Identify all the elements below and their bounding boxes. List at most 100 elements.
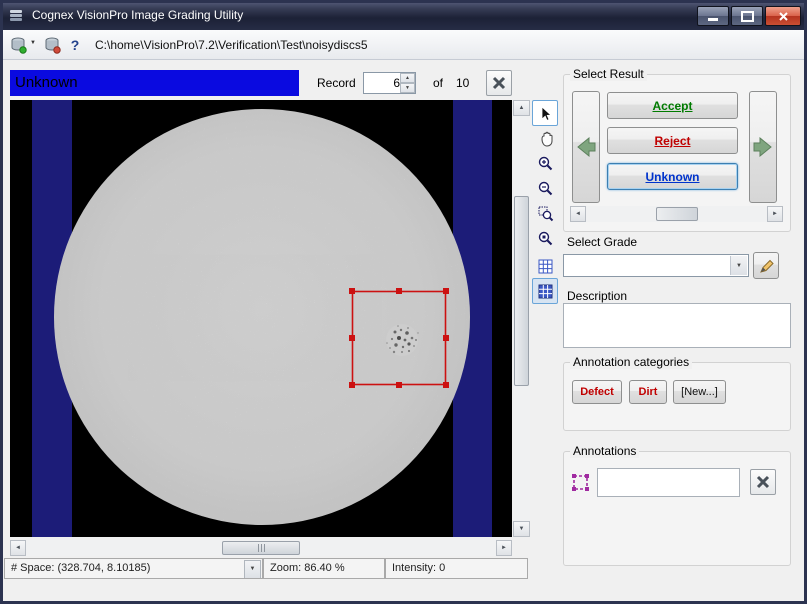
grid-tool-button[interactable]	[532, 253, 558, 279]
annotation-roi-icon	[570, 469, 592, 497]
annotation-delete-button[interactable]	[750, 469, 776, 495]
x-icon	[755, 474, 771, 490]
grade-dropdown-button[interactable]: ▼	[730, 256, 747, 275]
description-input[interactable]	[563, 303, 791, 348]
dropdown-icon: ▼	[250, 560, 256, 579]
scroll-up-button[interactable]: ▲	[513, 100, 530, 116]
description-label: Description	[567, 289, 627, 303]
thumb-grip	[258, 544, 259, 552]
minimize-button[interactable]	[697, 6, 729, 26]
accept-button[interactable]: Accept	[607, 92, 738, 119]
pan-tool-button[interactable]	[532, 125, 558, 151]
left-arrow-icon: ◄	[15, 545, 21, 551]
maximize-icon	[741, 11, 754, 22]
category-new-button[interactable]: [New...]	[673, 380, 726, 404]
prev-arrow-icon	[574, 135, 598, 159]
spin-up-icon: ▲	[405, 75, 410, 81]
category-dirt-button[interactable]: Dirt	[629, 380, 667, 404]
grade-combobox[interactable]: ▼	[563, 254, 749, 277]
reject-button-label: Reject	[654, 134, 690, 148]
category-new-label: [New...]	[681, 386, 718, 398]
file-path-text: C:\home\VisionPro\7.2\Verification\Test\…	[95, 30, 368, 60]
select-grade-label: Select Grade	[567, 235, 637, 249]
slider-right-button[interactable]: ►	[767, 206, 783, 222]
pointer-icon	[537, 105, 554, 122]
pencil-icon	[757, 257, 775, 275]
scroll-down-button[interactable]: ▼	[513, 521, 530, 537]
zoom-window-tool-button[interactable]	[532, 200, 558, 226]
left-arrow-icon: ◄	[575, 211, 581, 217]
thumb-grip	[261, 544, 262, 552]
spin-down-icon: ▼	[405, 85, 410, 91]
save-record-button[interactable]	[42, 35, 62, 55]
category-dirt-label: Dirt	[639, 386, 658, 398]
app-icon	[8, 7, 24, 23]
zoom-fit-tool-button[interactable]	[532, 225, 558, 251]
record-spin-up-button[interactable]: ▲	[400, 73, 415, 83]
scroll-left-button[interactable]: ◄	[10, 540, 26, 556]
pixel-grid-tool-button[interactable]	[532, 278, 558, 304]
horizontal-scroll-thumb[interactable]	[222, 541, 300, 555]
record-slider[interactable]: ◄ ►	[570, 206, 783, 222]
record-spinner: ▲ ▼	[363, 72, 416, 94]
thumb-grip	[264, 544, 265, 552]
record-spin-down-button[interactable]: ▼	[400, 83, 415, 93]
zoom-in-icon	[537, 155, 554, 172]
viewer-toolstrip	[532, 100, 558, 410]
up-arrow-icon: ▲	[519, 105, 525, 111]
record-of-label: of	[433, 70, 443, 96]
record-total: 10	[456, 70, 469, 96]
pixel-grid-icon	[538, 284, 553, 299]
space-coordinates: # Space: (328.704, 8.10185)	[11, 562, 150, 574]
space-selector-dropdown[interactable]: ▼	[244, 560, 261, 579]
next-arrow-icon	[751, 135, 775, 159]
help-icon: ?	[71, 37, 80, 53]
zoom-level: Zoom: 86.40 %	[270, 562, 345, 574]
close-icon	[778, 11, 789, 22]
image-vertical-scrollbar[interactable]: ▲ ▼	[513, 100, 530, 537]
record-stack-icon	[9, 36, 27, 54]
status-intensity-panel: Intensity: 0	[385, 558, 528, 579]
hand-icon	[537, 130, 554, 147]
open-record-button[interactable]	[8, 35, 28, 55]
x-icon	[491, 75, 507, 91]
zoom-in-tool-button[interactable]	[532, 150, 558, 176]
pointer-tool-button[interactable]	[532, 100, 558, 126]
grade-combobox-value	[564, 258, 568, 272]
zoom-out-tool-button[interactable]	[532, 175, 558, 201]
zoom-out-icon	[537, 180, 554, 197]
unknown-button[interactable]: Unknown	[607, 163, 738, 190]
status-space-panel: # Space: (328.704, 8.10185) ▼	[4, 558, 263, 579]
zoom-window-icon	[537, 205, 554, 222]
dropdown-icon: ▼	[736, 263, 742, 269]
image-viewport[interactable]	[10, 100, 512, 537]
reject-button[interactable]: Reject	[607, 127, 738, 154]
image-canvas[interactable]	[10, 100, 512, 537]
annotations-group: Annotations	[563, 451, 791, 566]
annotation-text-input[interactable]	[597, 468, 740, 497]
record-spinner-input[interactable]	[364, 73, 402, 93]
previous-record-button[interactable]	[572, 91, 600, 203]
open-record-dropdown-caret[interactable]: ▼	[30, 40, 36, 46]
next-record-button[interactable]	[749, 91, 777, 203]
slider-thumb[interactable]	[656, 207, 698, 221]
window-title: Cognex VisionPro Image Grading Utility	[32, 8, 243, 22]
accept-button-label: Accept	[652, 99, 692, 113]
vertical-scroll-thumb[interactable]	[514, 196, 529, 386]
scroll-right-button[interactable]: ►	[496, 540, 512, 556]
select-result-group: Select Result Accept Reject Unknown ◄ ►	[563, 74, 791, 232]
record-close-button[interactable]	[486, 70, 512, 96]
slider-left-button[interactable]: ◄	[570, 206, 586, 222]
title-bar[interactable]: Cognex VisionPro Image Grading Utility	[0, 0, 807, 30]
unknown-button-label: Unknown	[646, 170, 700, 184]
help-button[interactable]: ?	[66, 35, 84, 55]
close-button[interactable]	[765, 6, 801, 26]
annotations-label: Annotations	[570, 444, 639, 458]
edit-grades-button[interactable]	[753, 252, 779, 279]
category-defect-button[interactable]: Defect	[572, 380, 622, 404]
result-banner: Unknown	[10, 70, 299, 96]
zoom-fit-icon	[537, 230, 554, 247]
right-arrow-icon: ►	[501, 545, 507, 551]
image-horizontal-scrollbar[interactable]: ◄ ►	[10, 540, 512, 556]
maximize-button[interactable]	[731, 6, 763, 26]
